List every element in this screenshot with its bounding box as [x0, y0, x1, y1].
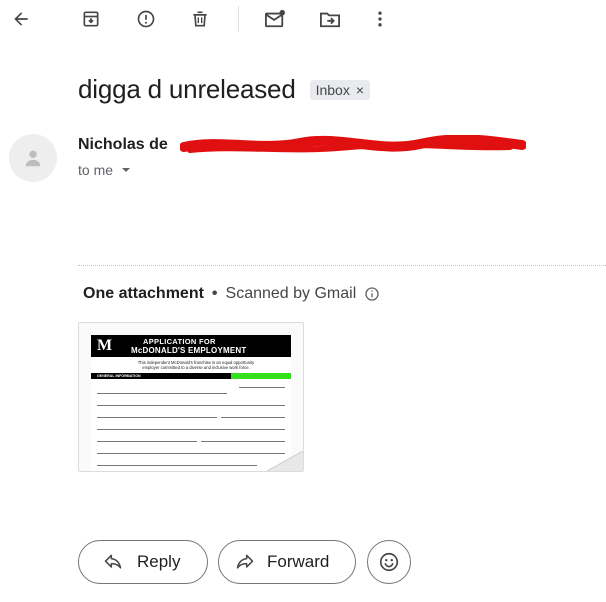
- document-header: M APPLICATION FOR McDONALD'S EMPLOYMENT: [91, 335, 291, 357]
- document-preview: M APPLICATION FOR McDONALD'S EMPLOYMENT …: [91, 335, 291, 471]
- sender-name[interactable]: Nicholas de: [78, 136, 168, 154]
- archive-icon[interactable]: [78, 6, 104, 32]
- forward-arrow-icon: [236, 554, 254, 569]
- smiley-icon: [379, 552, 399, 572]
- mark-unread-icon[interactable]: [262, 6, 288, 32]
- toolbar: [0, 0, 606, 38]
- divider: [78, 265, 606, 266]
- reply-arrow-icon: [104, 554, 122, 569]
- page-fold-corner: [267, 451, 303, 471]
- reply-label: Reply: [137, 552, 181, 571]
- attachment-header: One attachment • Scanned by Gmail: [83, 285, 380, 303]
- delete-icon[interactable]: [187, 6, 213, 32]
- forward-label: Forward: [267, 552, 330, 571]
- attachment-count: One attachment: [83, 285, 204, 302]
- move-to-icon[interactable]: [317, 6, 343, 32]
- scan-note: Scanned by Gmail: [225, 285, 357, 302]
- email-subject: digga d unreleased: [78, 74, 296, 104]
- chevron-down-icon[interactable]: [121, 165, 131, 175]
- section-bar-green: [231, 373, 291, 379]
- remove-label-icon[interactable]: ×: [356, 82, 364, 98]
- more-options-icon[interactable]: [367, 6, 393, 32]
- separator-dot: •: [211, 285, 218, 302]
- avatar[interactable]: [9, 134, 57, 182]
- document-heading-2: McDONALD'S EMPLOYMENT: [131, 346, 247, 355]
- back-arrow-icon[interactable]: [8, 6, 34, 32]
- info-icon[interactable]: [364, 286, 380, 302]
- section-title: GENERAL INFORMATION: [97, 374, 141, 378]
- mcdonalds-logo: M: [97, 337, 113, 354]
- redaction-scribble: [180, 135, 526, 153]
- recipient-row[interactable]: to me: [78, 162, 131, 178]
- toolbar-divider: [238, 6, 239, 32]
- emoji-reaction-button[interactable]: [367, 540, 411, 584]
- reply-button[interactable]: Reply: [78, 540, 208, 584]
- document-notice: This independent McDonald's franchise is…: [137, 360, 255, 370]
- person-icon: [25, 150, 41, 167]
- recipient-label: to me: [78, 162, 114, 178]
- label-chip-inbox[interactable]: Inbox ×: [309, 79, 371, 100]
- forward-button[interactable]: Forward: [218, 540, 356, 584]
- label-chip-text: Inbox: [315, 81, 350, 98]
- attachment-thumbnail[interactable]: M APPLICATION FOR McDONALD'S EMPLOYMENT …: [78, 322, 304, 472]
- document-heading-1: APPLICATION FOR: [143, 337, 216, 346]
- report-spam-icon[interactable]: [133, 6, 159, 32]
- email-subject-row: digga d unreleased Inbox ×: [78, 74, 371, 105]
